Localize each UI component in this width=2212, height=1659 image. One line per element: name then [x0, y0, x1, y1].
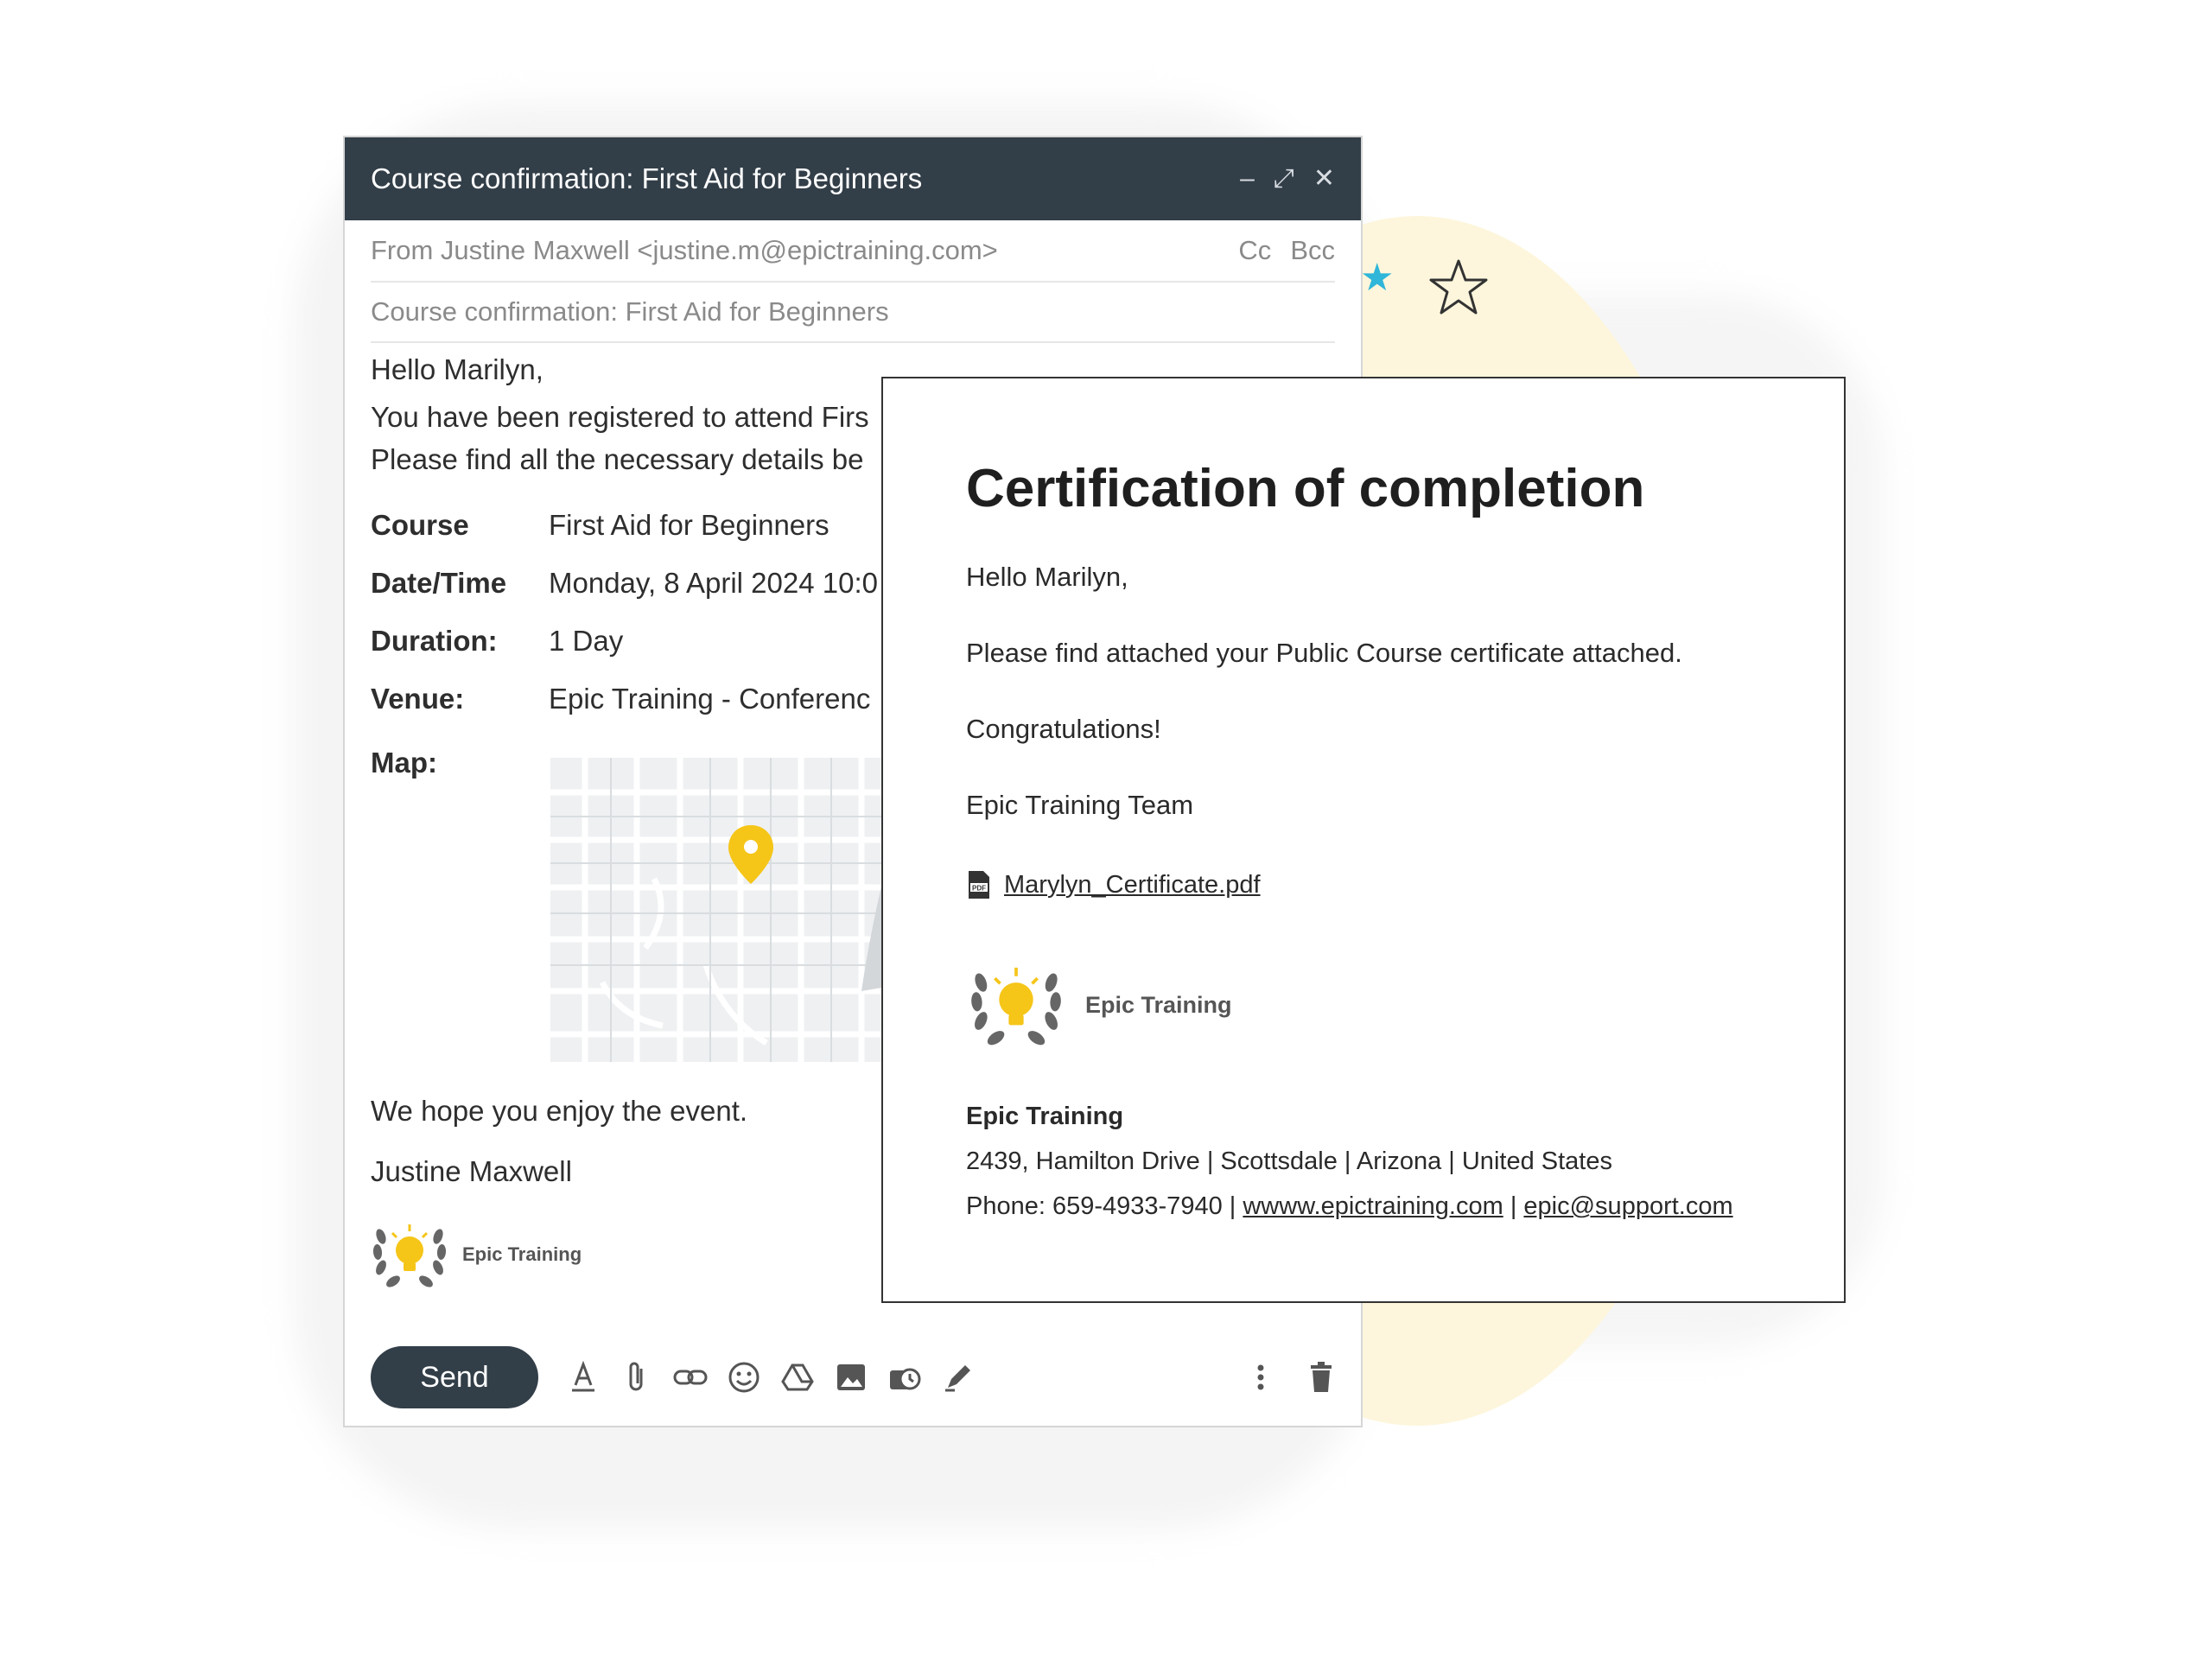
certificate-greeting: Hello Marilyn,	[966, 562, 1128, 592]
contact-separator: |	[1510, 1192, 1517, 1220]
compose-toolbar: Send	[371, 1344, 1338, 1410]
signature-name: Justine Maxwell	[371, 1155, 572, 1187]
company-address: 2439, Hamilton Drive | Scottsdale | Ariz…	[966, 1147, 1612, 1175]
cc-button[interactable]: Cc	[1238, 235, 1271, 266]
signature-pen-icon[interactable]	[941, 1360, 976, 1395]
attachment[interactable]: PDF Marylyn_Certificate.pdf	[966, 869, 1261, 900]
bcc-button[interactable]: Bcc	[1290, 235, 1335, 266]
pdf-file-icon: PDF	[969, 871, 989, 899]
body-line: You have been registered to attend Firs	[371, 401, 869, 433]
detail-value-course: First Aid for Beginners	[549, 509, 830, 541]
company-name: Epic Training	[966, 1103, 1124, 1130]
expand-icon[interactable]: ⤢	[1274, 166, 1294, 192]
subject-field[interactable]: Course confirmation: First Aid for Begin…	[371, 283, 1335, 343]
compose-title: Course confirmation: First Aid for Begin…	[371, 162, 923, 194]
body-greeting: Hello Marilyn,	[371, 353, 543, 385]
emoji-icon[interactable]	[727, 1360, 761, 1395]
certificate-card: Certification of completion Hello Marily…	[881, 377, 1846, 1303]
closing-text: We hope you enjoy the event.	[371, 1095, 748, 1127]
detail-value-venue: Epic Training - Conferenc	[549, 683, 871, 715]
detail-label-course: Course	[371, 509, 469, 541]
link-icon[interactable]	[673, 1360, 708, 1395]
send-button[interactable]: Send	[371, 1346, 538, 1408]
certificate-message: Please find attached your Public Course …	[966, 638, 1682, 668]
detail-label-venue: Venue:	[371, 683, 465, 715]
compose-header: Course confirmation: First Aid for Begin…	[345, 137, 1361, 220]
certificate-logo: Epic Training	[966, 959, 1232, 1051]
email-link[interactable]: epic@support.com	[1523, 1192, 1732, 1220]
detail-value-datetime: Monday, 8 April 2024 10:0	[549, 567, 878, 599]
detail-label-duration: Duration:	[371, 625, 498, 657]
detail-value-duration: 1 Day	[549, 625, 624, 657]
more-options-icon[interactable]	[1243, 1360, 1278, 1395]
drive-icon[interactable]	[780, 1360, 815, 1395]
star-icon: ★	[1360, 257, 1395, 299]
attach-icon[interactable]	[620, 1360, 654, 1395]
formatting-tools	[566, 1360, 976, 1395]
certificate-logo-name: Epic Training	[1085, 991, 1232, 1018]
image-icon[interactable]	[834, 1360, 868, 1395]
venue-map[interactable]	[550, 758, 913, 1062]
detail-label-map: Map:	[371, 747, 437, 779]
certificate-congrats: Congratulations!	[966, 714, 1161, 744]
company-phone: Phone: 659-4933-7940 |	[966, 1192, 1236, 1220]
window-controls: ‒ ⤢ ✕	[1240, 166, 1335, 192]
laurel-bulb-icon	[372, 1224, 447, 1287]
from-row[interactable]: From Justine Maxwell <justine.m@epictrai…	[371, 220, 1335, 283]
detail-label-datetime: Date/Time	[371, 567, 507, 599]
attachment-link[interactable]: Marylyn_Certificate.pdf	[1004, 871, 1261, 899]
signature-logo: Epic Training	[369, 1217, 582, 1292]
subject-text: Course confirmation: First Aid for Begin…	[371, 296, 889, 327]
star-outline-icon	[1429, 259, 1488, 315]
toolbar-right	[1243, 1360, 1338, 1395]
minimize-icon[interactable]: ‒	[1240, 166, 1255, 192]
text-format-icon[interactable]	[566, 1360, 601, 1395]
laurel-bulb-icon	[971, 967, 1061, 1046]
confidential-mode-icon[interactable]	[887, 1360, 922, 1395]
certificate-team: Epic Training Team	[966, 790, 1194, 820]
from-field: From Justine Maxwell <justine.m@epictrai…	[371, 235, 998, 265]
signature-logo-name: Epic Training	[462, 1243, 582, 1265]
company-contact: Phone: 659-4933-7940 | wwww.epictraining…	[966, 1192, 1733, 1221]
close-icon[interactable]: ✕	[1313, 166, 1335, 192]
trash-icon[interactable]	[1304, 1360, 1338, 1395]
map-graphic	[550, 758, 913, 1062]
certificate-title: Certification of completion	[966, 459, 1645, 518]
svg-text:PDF: PDF	[972, 885, 986, 893]
website-link[interactable]: wwww.epictraining.com	[1243, 1192, 1503, 1220]
body-line: Please find all the necessary details be	[371, 443, 864, 475]
